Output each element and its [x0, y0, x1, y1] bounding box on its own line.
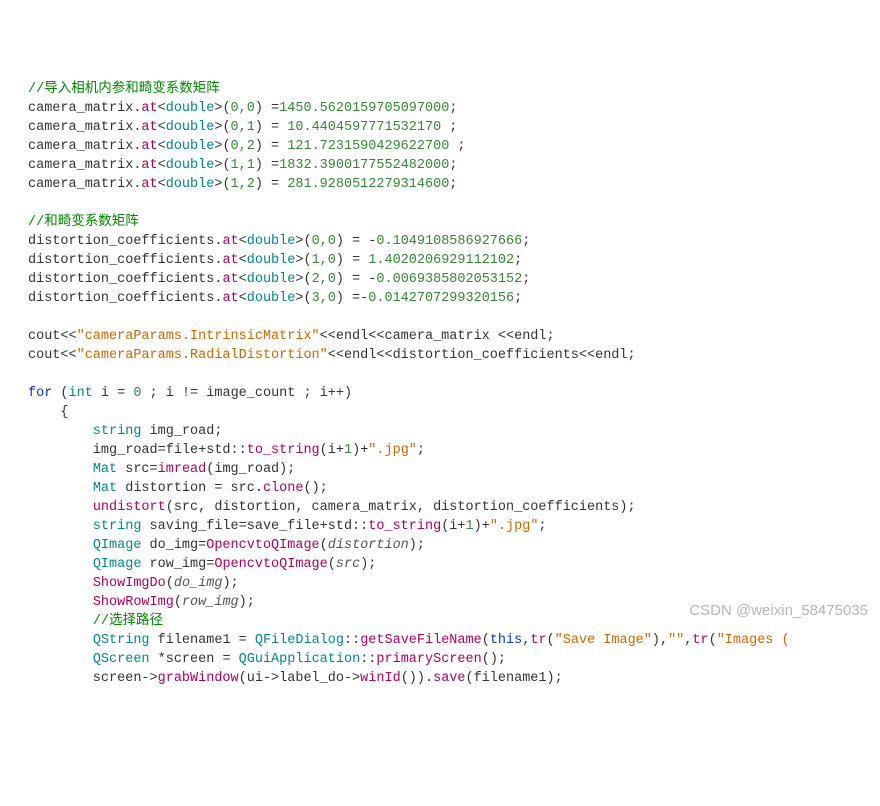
code-block: //导入相机内参和畸变系数矩阵 camera_matrix.at<double>… [28, 80, 880, 688]
